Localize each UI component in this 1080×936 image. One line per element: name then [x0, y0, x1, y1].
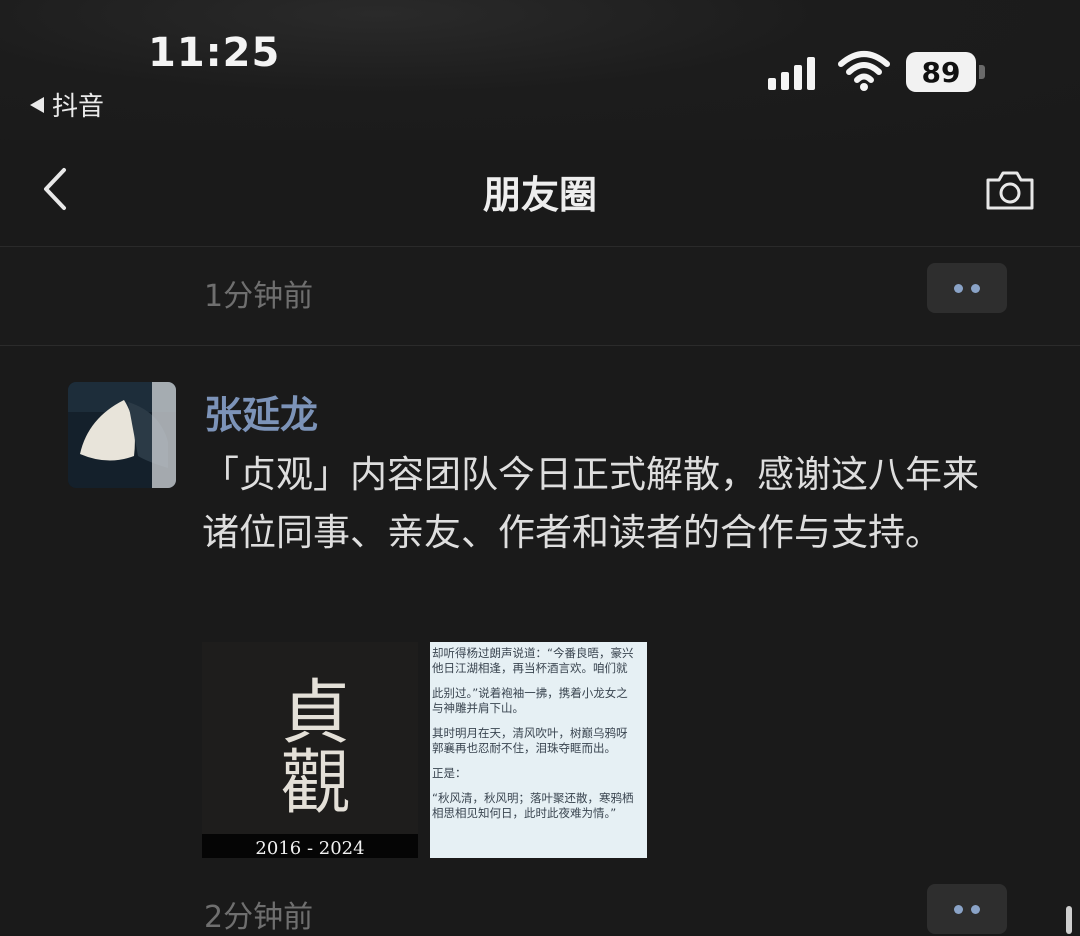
battery-level: 89: [921, 55, 961, 89]
back-app-label: 抖音: [52, 92, 105, 122]
post-time: 1分钟前: [204, 279, 314, 314]
calligraphy-text: 貞觀: [269, 675, 351, 815]
quote-line: 郭襄再也忍耐不住，泪珠夺眶而出。: [432, 741, 616, 755]
quote-line: 此别过。”说着袍袖一拂，携着小龙女之: [432, 686, 628, 700]
dot-icon: [954, 283, 963, 293]
quote-line: 其时明月在天，清风吹叶，树巅乌鸦呀: [432, 726, 628, 740]
years-caption: 2016 - 2024: [202, 834, 418, 858]
quote-line: [430, 716, 647, 726]
quote-line: “秋风清，秋风明；落叶聚还散，寒鸦栖: [432, 791, 634, 805]
quote-line: [430, 781, 647, 791]
quote-line: 与神雕并肩下山。: [432, 701, 524, 715]
nav-bar: 朋友圈: [0, 140, 1080, 247]
post-time: 2分钟前: [204, 900, 314, 935]
dot-icon: [971, 904, 980, 914]
previous-post-footer: 1分钟前: [0, 247, 1080, 346]
quote-line: [430, 676, 647, 686]
dot-icon: [954, 904, 963, 914]
signal-icon: [768, 56, 815, 90]
post-image-calligraphy[interactable]: 貞觀 2016 - 2024: [202, 642, 418, 858]
wifi-icon: [838, 51, 890, 91]
quote-line: 相思相见知何日，此时此夜难为情。”: [432, 806, 617, 820]
avatar-image: [68, 382, 176, 488]
more-actions-button[interactable]: [927, 884, 1007, 934]
author-name[interactable]: 张延龙: [204, 384, 318, 439]
page-title: 朋友圈: [482, 173, 597, 217]
more-actions-button[interactable]: [927, 263, 1007, 313]
dot-icon: [971, 283, 980, 293]
moment-post: 张延龙 「贞观」内容团队今日正式解散，感谢这八年来诸位同事、亲友、作者和读者的合…: [0, 346, 1080, 935]
quote-line: 却听得杨过朗声说道：“今番良晤，豪兴: [432, 646, 634, 660]
back-triangle-icon: [30, 96, 44, 113]
camera-icon[interactable]: [984, 168, 1036, 212]
quote-line: 正是：: [432, 766, 467, 780]
quote-line: [430, 756, 647, 766]
avatar[interactable]: [68, 382, 176, 488]
back-to-app-link[interactable]: 抖音: [30, 86, 104, 123]
post-image-text[interactable]: 却听得杨过朗声说道：“今番良晤，豪兴 他日江湖相逢，再当杯酒言欢。咱们就 此别过。”…: [430, 642, 647, 858]
quote-line: 他日江湖相逢，再当杯酒言欢。咱们就: [432, 661, 628, 675]
status-bar: 11:25 抖音 89: [0, 0, 1080, 140]
quote-text-block: 却听得杨过朗声说道：“今番良晤，豪兴 他日江湖相逢，再当杯酒言欢。咱们就 此别过。”…: [430, 642, 647, 821]
scrollbar[interactable]: [1066, 906, 1072, 934]
status-time: 11:25: [148, 30, 281, 76]
battery-tip: [979, 65, 985, 79]
battery-icon: 89: [906, 52, 976, 92]
post-text: 「贞观」内容团队今日正式解散，感谢这八年来诸位同事、亲友、作者和读者的合作与支持…: [202, 453, 979, 554]
